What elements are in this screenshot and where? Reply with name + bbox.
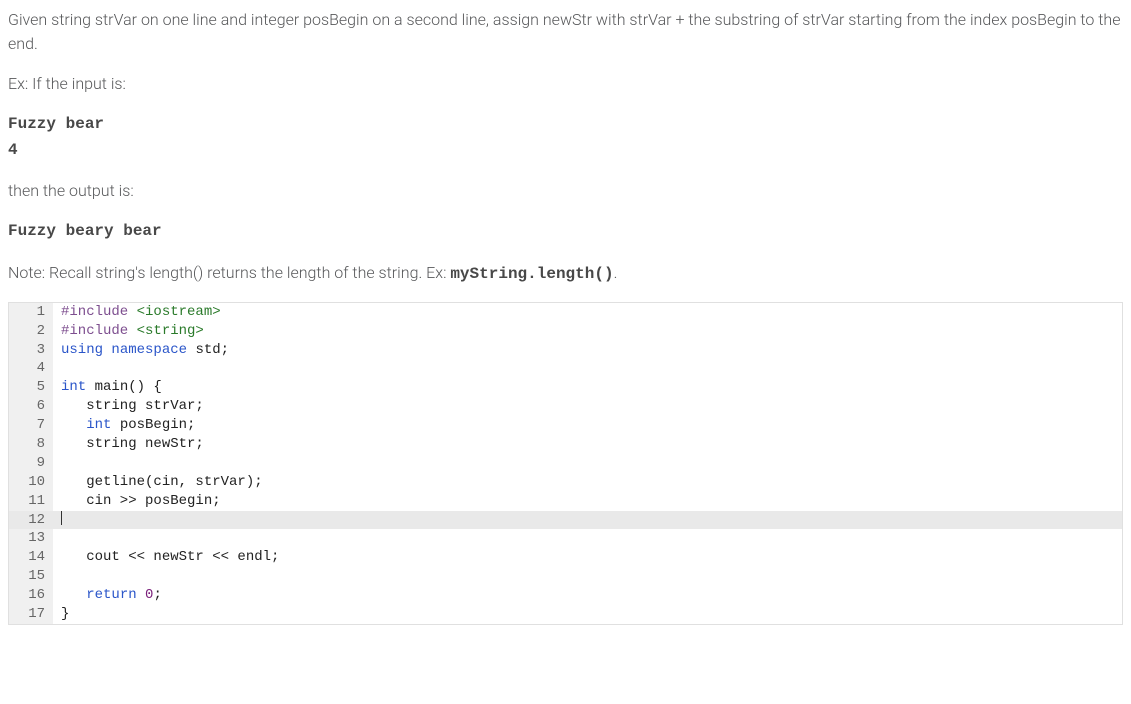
- line-number: 15: [9, 567, 53, 586]
- code-content: [53, 454, 1122, 473]
- code-content: string newStr;: [53, 435, 1122, 454]
- code-line: 15: [9, 567, 1122, 586]
- line-number: 3: [9, 341, 53, 360]
- line-number: 14: [9, 548, 53, 567]
- code-content: getline(cin, strVar);: [53, 473, 1122, 492]
- line-number: 13: [9, 529, 53, 548]
- problem-statement: Given string strVar on one line and inte…: [8, 8, 1123, 56]
- code-content: }: [53, 605, 1122, 624]
- code-content: #include <string>: [53, 322, 1122, 341]
- example-input-line1: Fuzzy bear: [8, 115, 104, 133]
- line-number: 5: [9, 378, 53, 397]
- line-number: 4: [9, 359, 53, 378]
- note-suffix: .: [614, 263, 618, 282]
- line-number: 2: [9, 322, 53, 341]
- code-line: 17}: [9, 605, 1122, 624]
- line-number: 6: [9, 397, 53, 416]
- code-content: [53, 359, 1122, 378]
- code-line: 7 int posBegin;: [9, 416, 1122, 435]
- line-number: 9: [9, 454, 53, 473]
- problem-note: Note: Recall string's length() returns t…: [8, 261, 1123, 286]
- example-input-label: Ex: If the input is:: [8, 72, 1123, 96]
- code-line: 1#include <iostream>: [9, 303, 1122, 322]
- code-content: int main() {: [53, 378, 1122, 397]
- line-number: 10: [9, 473, 53, 492]
- code-content: string strVar;: [53, 397, 1122, 416]
- line-number: 11: [9, 492, 53, 511]
- code-line: 13: [9, 529, 1122, 548]
- problem-description: Given string strVar on one line and inte…: [8, 8, 1123, 286]
- code-editor[interactable]: 1#include <iostream>2#include <string>3u…: [8, 302, 1123, 625]
- note-code: myString.length(): [450, 265, 613, 283]
- note-text: Note: Recall string's length() returns t…: [8, 263, 450, 282]
- code-line: 10 getline(cin, strVar);: [9, 473, 1122, 492]
- code-line: 4: [9, 359, 1122, 378]
- code-line[interactable]: 12: [9, 511, 1122, 530]
- line-number: 16: [9, 586, 53, 605]
- line-number: 7: [9, 416, 53, 435]
- code-content: return 0;: [53, 586, 1122, 605]
- line-number: 12: [9, 511, 53, 530]
- code-line: 14 cout << newStr << endl;: [9, 548, 1122, 567]
- line-number: 8: [9, 435, 53, 454]
- example-output-label: then the output is:: [8, 179, 1123, 203]
- code-line: 2#include <string>: [9, 322, 1122, 341]
- code-content: int posBegin;: [53, 416, 1122, 435]
- line-number: 17: [9, 605, 53, 624]
- code-line: 8 string newStr;: [9, 435, 1122, 454]
- code-line: 6 string strVar;: [9, 397, 1122, 416]
- code-content: cin >> posBegin;: [53, 492, 1122, 511]
- code-line: 5int main() {: [9, 378, 1122, 397]
- example-input-line2: 4: [8, 141, 18, 159]
- code-content: cout << newStr << endl;: [53, 548, 1122, 567]
- code-line: 9: [9, 454, 1122, 473]
- code-content: [53, 567, 1122, 586]
- example-input: Fuzzy bear 4: [8, 112, 1123, 163]
- code-content: using namespace std;: [53, 341, 1122, 360]
- example-output: Fuzzy beary bear: [8, 219, 1123, 245]
- code-content: #include <iostream>: [53, 303, 1122, 322]
- text-cursor: [61, 511, 62, 525]
- line-number: 1: [9, 303, 53, 322]
- code-line: 16 return 0;: [9, 586, 1122, 605]
- code-content[interactable]: [53, 511, 1122, 530]
- code-line: 3using namespace std;: [9, 341, 1122, 360]
- code-content: [53, 529, 1122, 548]
- code-line: 11 cin >> posBegin;: [9, 492, 1122, 511]
